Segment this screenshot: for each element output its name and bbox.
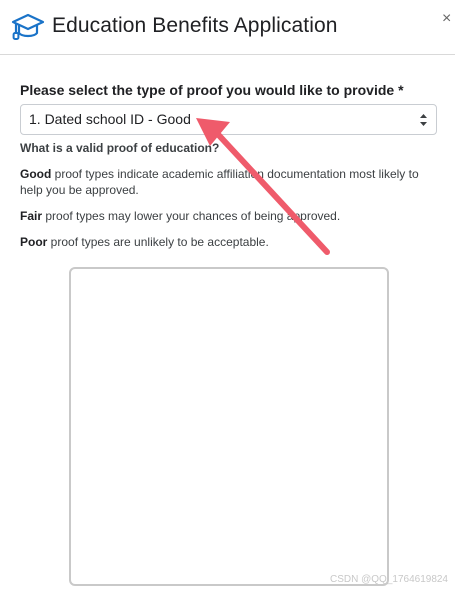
proof-type-label: Please select the type of proof you woul… [20,82,404,98]
good-proof-description: Good proof types indicate academic affil… [20,166,435,198]
select-arrows-icon [420,114,427,126]
proof-type-selected-value: 1. Dated school ID - Good [29,111,191,127]
dialog-title: Education Benefits Application [52,14,338,37]
good-label: Good [20,167,52,181]
poor-label: Poor [20,235,48,249]
poor-text: proof types are unlikely to be acceptabl… [47,235,269,249]
good-text: proof types indicate academic affiliatio… [20,167,419,197]
fair-proof-description: Fair proof types may lower your chances … [20,208,435,224]
document-preview-frame[interactable] [69,267,389,586]
close-icon[interactable]: × [442,10,455,28]
fair-label: Fair [20,209,43,223]
watermark: CSDN @QQ_1764619824 [330,574,448,585]
poor-proof-description: Poor proof types are unlikely to be acce… [20,234,435,250]
dialog-header: Education Benefits Application × [0,0,455,55]
fair-text: proof types may lower your chances of be… [42,209,341,223]
help-heading: What is a valid proof of education? [20,141,220,155]
graduation-cap-icon [11,13,45,40]
proof-type-select[interactable]: 1. Dated school ID - Good [20,104,437,135]
